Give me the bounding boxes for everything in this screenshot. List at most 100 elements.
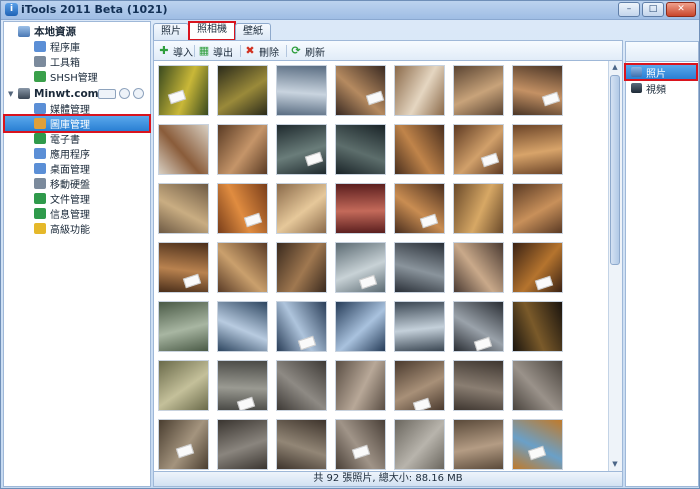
sidebar-item-1-7[interactable]: 信息管理 — [4, 206, 150, 221]
sidebar-group-1[interactable]: ▼ Minwt.com — [4, 86, 150, 101]
photo-thumbnail[interactable] — [158, 419, 209, 470]
photo-thumbnail[interactable] — [276, 419, 327, 470]
photo-thumbnail[interactable] — [394, 65, 445, 116]
photo-thumbnail[interactable] — [158, 124, 209, 175]
sidebar-item-0-2[interactable]: SHSH管理 — [4, 69, 150, 84]
expander-icon[interactable]: ▼ — [8, 90, 16, 98]
photo-thumbnail[interactable] — [512, 360, 563, 411]
toolbar-label: 刪除 — [259, 47, 279, 59]
photo-thumbnail[interactable] — [512, 242, 563, 293]
tab-0[interactable]: 照片 — [153, 23, 189, 40]
scroll-thumb[interactable] — [610, 75, 620, 265]
photo-thumbnail[interactable] — [276, 183, 327, 234]
photo-thumbnail[interactable] — [158, 65, 209, 116]
sidebar-item-1-2[interactable]: 電子書 — [4, 131, 150, 146]
photo-thumbnail[interactable] — [335, 124, 386, 175]
photo-thumbnail[interactable] — [335, 183, 386, 234]
photo-thumbnail[interactable] — [453, 360, 504, 411]
photo-thumbnail[interactable] — [158, 360, 209, 411]
photo-thumbnail[interactable] — [276, 360, 327, 411]
price-card — [236, 396, 256, 410]
price-card — [473, 336, 493, 351]
photo-thumbnail[interactable] — [394, 242, 445, 293]
photo-thumbnail[interactable] — [394, 301, 445, 352]
price-card — [534, 275, 554, 291]
photo-thumbnail[interactable] — [217, 360, 268, 411]
refresh-button[interactable]: ⟳ 刷新 — [290, 44, 325, 59]
minimize-button[interactable]: – — [618, 2, 640, 17]
sidebar-item-label: SHSH管理 — [50, 73, 98, 84]
photo-thumbnail[interactable] — [394, 419, 445, 470]
price-card — [365, 90, 385, 106]
photo-thumbnail[interactable] — [217, 242, 268, 293]
photo-thumbnail[interactable] — [276, 242, 327, 293]
photo-thumbnail[interactable] — [394, 360, 445, 411]
photo-thumbnail[interactable] — [158, 301, 209, 352]
shsh-icon — [34, 71, 46, 82]
sidebar-item-label: 移動硬盤 — [50, 180, 90, 191]
photo-thumbnail[interactable] — [453, 183, 504, 234]
photo-thumbnail[interactable] — [512, 419, 563, 470]
sidebar-item-1-4[interactable]: 桌面管理 — [4, 161, 150, 176]
import-button[interactable]: ✚ 導入 — [158, 44, 193, 59]
title-bar[interactable]: i iTools 2011 Beta (1021) – □ ✕ — [1, 1, 699, 20]
photo-thumbnail[interactable] — [217, 183, 268, 234]
files-icon — [34, 193, 46, 204]
photo-thumbnail[interactable] — [335, 360, 386, 411]
sidebar-group-0[interactable]: 本地資源 — [4, 24, 150, 39]
sidebar-item-1-6[interactable]: 文件管理 — [4, 191, 150, 206]
rightpanel-item-1[interactable]: 視頻 — [626, 81, 698, 96]
photo-thumbnail[interactable] — [335, 419, 386, 470]
photo-thumbnail[interactable] — [453, 242, 504, 293]
photo-thumbnail[interactable] — [335, 65, 386, 116]
scroll-down-icon[interactable]: ▼ — [610, 459, 620, 469]
maximize-button[interactable]: □ — [642, 2, 664, 17]
gallery-scrollbar[interactable]: ▲ ▼ — [608, 61, 622, 471]
sidebar-item-1-3[interactable]: 應用程序 — [4, 146, 150, 161]
photo-thumbnail[interactable] — [394, 124, 445, 175]
photo-thumbnail[interactable] — [394, 183, 445, 234]
photo-thumbnail[interactable] — [217, 65, 268, 116]
scroll-up-icon[interactable]: ▲ — [610, 62, 620, 72]
photo-thumbnail[interactable] — [217, 301, 268, 352]
photo-thumbnail[interactable] — [217, 124, 268, 175]
sidebar-item-0-1[interactable]: 工具箱 — [4, 54, 150, 69]
tab-2[interactable]: 壁紙 — [235, 23, 271, 40]
photo-thumbnail[interactable] — [158, 183, 209, 234]
photo-thumbnail[interactable] — [276, 124, 327, 175]
sidebar-group-label: Minwt.com — [34, 87, 99, 100]
export-button[interactable]: ▦ 導出 — [198, 44, 233, 59]
photo-thumbnail[interactable] — [512, 124, 563, 175]
desktop-icon — [34, 163, 46, 174]
photo-thumbnail[interactable] — [158, 242, 209, 293]
photo-thumbnail[interactable] — [512, 65, 563, 116]
sidebar-item-1-5[interactable]: 移動硬盤 — [4, 176, 150, 191]
photo-thumbnail[interactable] — [335, 242, 386, 293]
photo-thumbnail[interactable] — [512, 183, 563, 234]
apps-icon — [34, 148, 46, 159]
photo-thumbnail[interactable] — [453, 301, 504, 352]
contacts-icon — [34, 208, 46, 219]
rightpanel-item-0[interactable]: 照片 — [626, 65, 698, 80]
close-button[interactable]: ✕ — [666, 2, 696, 17]
sync-icon[interactable] — [119, 88, 130, 99]
photo-thumbnail[interactable] — [217, 419, 268, 470]
sidebar-item-1-1[interactable]: 圖庫管理 — [4, 116, 150, 131]
photo-thumbnail[interactable] — [335, 301, 386, 352]
photo-thumbnail[interactable] — [276, 65, 327, 116]
tab-1[interactable]: 照相機 — [189, 21, 235, 40]
sidebar-item-1-8[interactable]: 高級功能 — [4, 221, 150, 236]
photo-thumbnail[interactable] — [453, 124, 504, 175]
delete-button[interactable]: ✖ 刪除 — [244, 44, 279, 59]
photo-thumbnail[interactable] — [512, 301, 563, 352]
photo-thumbnail[interactable] — [276, 301, 327, 352]
sidebar-item-1-0[interactable]: 媒體管理 — [4, 101, 150, 116]
eject-icon[interactable] — [133, 88, 144, 99]
import-icon: ✚ — [159, 44, 169, 57]
right-panel: 照片 視頻 — [624, 61, 699, 487]
photo-thumbnail[interactable] — [453, 65, 504, 116]
sidebar-item-label: 信息管理 — [50, 210, 90, 221]
disk-icon — [34, 178, 46, 189]
photo-thumbnail[interactable] — [453, 419, 504, 470]
sidebar-item-0-0[interactable]: 程序庫 — [4, 39, 150, 54]
